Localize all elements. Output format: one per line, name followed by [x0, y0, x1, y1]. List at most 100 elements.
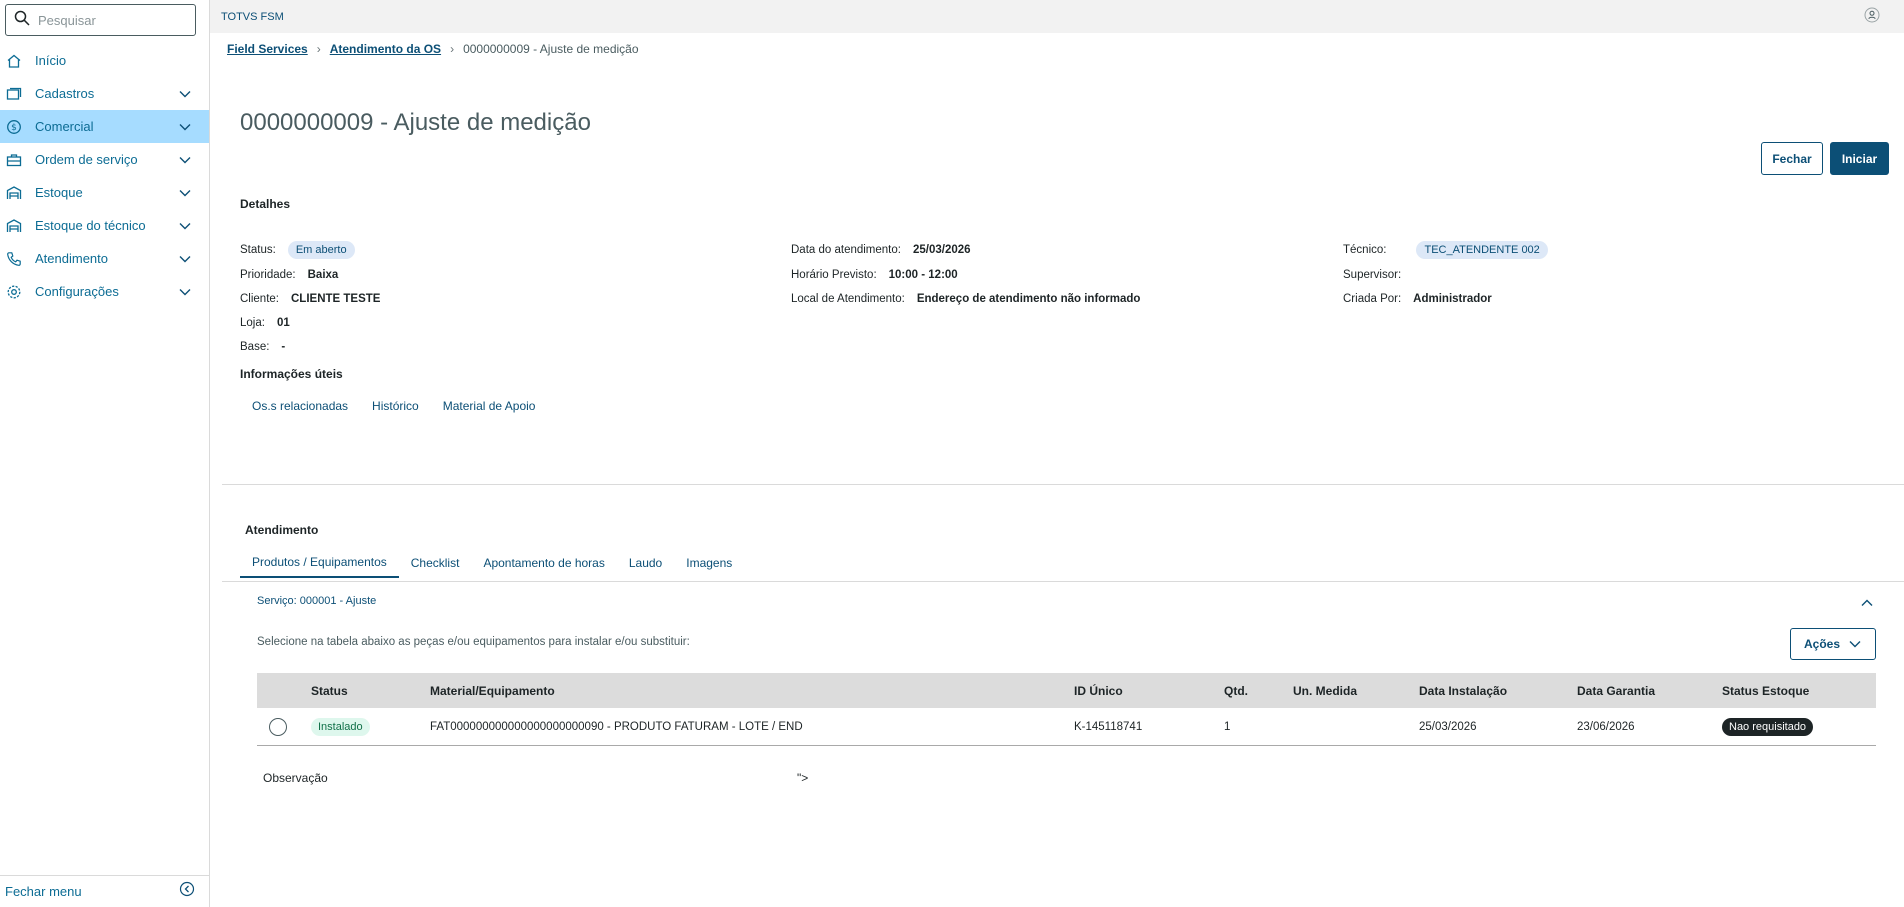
observation-value: ">	[797, 771, 809, 785]
tab-apontamento-horas[interactable]: Apontamento de horas	[471, 548, 616, 578]
home-icon	[6, 53, 22, 69]
chevron-up-icon[interactable]	[1860, 596, 1874, 610]
table-row[interactable]: Instalado FAT000000000000000000000090 - …	[257, 708, 1876, 746]
stock-status-badge: Nao requisitado	[1722, 717, 1814, 736]
breadcrumb-current: 0000000009 - Ajuste de medição	[463, 42, 639, 56]
table-cell: K-145118741	[1074, 720, 1143, 733]
divider	[222, 581, 1904, 582]
chevron-down-icon	[175, 153, 195, 167]
field-label: Cliente:	[240, 293, 279, 305]
close-button[interactable]: Fechar	[1761, 142, 1823, 175]
field-label: Criada Por:	[1343, 293, 1402, 305]
sidebar-item-atendimento[interactable]: Atendimento	[0, 242, 209, 275]
user-icon[interactable]	[1864, 7, 1880, 23]
field-status: Status: Em aberto	[240, 241, 355, 259]
service-title[interactable]: Serviço: 000001 - Ajuste	[257, 595, 376, 607]
gear-icon	[6, 284, 22, 300]
app-root: Início Cadastros $ Comercial O	[0, 0, 1904, 907]
field-value: Endereço de atendimento não informado	[916, 293, 1141, 305]
field-value: CLIENTE TESTE	[291, 293, 381, 305]
chevron-down-icon	[175, 285, 195, 299]
tab-laudo[interactable]: Laudo	[617, 548, 674, 578]
chevron-right-icon: ›	[450, 42, 455, 56]
warehouse-icon	[6, 218, 22, 234]
toolbox-icon	[6, 152, 22, 168]
field-value: 10:00 - 12:00	[888, 269, 958, 281]
field-value: 01	[276, 317, 290, 329]
dollar-icon: $	[6, 119, 22, 135]
field-supervisor: Supervisor:	[1343, 269, 1413, 281]
column-header: ID Único	[1074, 683, 1123, 698]
field-criada-por: Criada Por: Administrador	[1343, 293, 1492, 305]
close-menu-button[interactable]: Fechar menu	[0, 875, 209, 907]
chevron-down-icon	[1849, 641, 1861, 648]
info-tabs: Os.s relacionadas Histórico Material de …	[240, 391, 547, 421]
field-label: Técnico:	[1343, 244, 1387, 256]
sidebar-item-estoque[interactable]: Estoque	[0, 176, 209, 209]
column-header: Data Garantia	[1577, 683, 1656, 698]
field-horario-previsto: Horário Previsto: 10:00 - 12:00	[791, 269, 958, 281]
atendimento-tabs: Produtos / Equipamentos Checklist Aponta…	[240, 548, 744, 578]
table-cell: 1	[1224, 720, 1231, 733]
field-value: 25/03/2026	[912, 244, 971, 256]
column-header: Status Estoque	[1722, 683, 1810, 698]
table-cell: 23/06/2026	[1577, 720, 1635, 733]
tab-historico[interactable]: Histórico	[360, 391, 431, 421]
field-label: Data do atendimento:	[791, 244, 901, 256]
collapse-left-icon[interactable]	[179, 881, 195, 902]
breadcrumb: Field Services › Atendimento da OS › 000…	[227, 42, 639, 56]
row-select-radio[interactable]	[269, 717, 287, 736]
app-title: TOTVS FSM	[221, 10, 284, 23]
actions-dropdown-button[interactable]: Ações	[1790, 628, 1876, 660]
column-header: Un. Medida	[1293, 683, 1358, 698]
selection-hint: Selecione na tabela abaixo as peças e/ou…	[257, 636, 690, 648]
sidebar-item-label: Início	[35, 53, 67, 68]
field-label: Base:	[240, 341, 270, 353]
divider	[222, 484, 1904, 485]
field-label: Loja:	[240, 317, 265, 329]
tab-checklist[interactable]: Checklist	[399, 548, 472, 578]
tab-imagens[interactable]: Imagens	[674, 548, 744, 578]
chevron-down-icon	[175, 252, 195, 266]
sidebar-item-ordem-servico[interactable]: Ordem de serviço	[0, 143, 209, 176]
close-menu-label: Fechar menu	[5, 884, 82, 899]
field-value: Baixa	[307, 269, 339, 281]
table-cell: FAT000000000000000000000090 - PRODUTO FA…	[430, 720, 803, 733]
search-input[interactable]	[38, 12, 188, 28]
sidebar-item-inicio[interactable]: Início	[0, 44, 209, 77]
page-title: 0000000009 - Ajuste de medição	[240, 109, 591, 136]
tab-produtos-equipamentos[interactable]: Produtos / Equipamentos	[240, 548, 399, 578]
start-button[interactable]: Iniciar	[1830, 142, 1889, 175]
sidebar: Início Cadastros $ Comercial O	[0, 0, 210, 907]
info-section-title: Informações úteis	[240, 367, 343, 381]
field-prioridade: Prioridade: Baixa	[240, 269, 338, 281]
tab-os-relacionadas[interactable]: Os.s relacionadas	[240, 391, 360, 421]
warehouse-icon	[6, 185, 22, 201]
field-value: Administrador	[1413, 293, 1492, 305]
breadcrumb-link-field-services[interactable]: Field Services	[227, 42, 308, 56]
search-box[interactable]	[5, 4, 196, 36]
field-local-atendimento: Local de Atendimento: Endereço de atendi…	[791, 293, 1140, 305]
sidebar-item-label: Estoque do técnico	[35, 218, 146, 233]
sidebar-item-label: Atendimento	[35, 251, 108, 266]
sidebar-item-comercial[interactable]: $ Comercial	[0, 110, 209, 143]
field-tecnico: Técnico: TEC_ATENDENTE 002	[1343, 241, 1548, 259]
svg-text:$: $	[11, 123, 17, 133]
status-badge: Instalado	[311, 717, 370, 736]
sidebar-menu: Início Cadastros $ Comercial Ordem de se…	[0, 44, 209, 308]
sidebar-item-configuracoes[interactable]: Configurações	[0, 275, 209, 308]
chevron-down-icon	[175, 186, 195, 200]
sidebar-item-label: Configurações	[35, 284, 119, 299]
chevron-right-icon: ›	[316, 42, 321, 56]
tab-material-apoio[interactable]: Material de Apoio	[431, 391, 548, 421]
sidebar-item-cadastros[interactable]: Cadastros	[0, 77, 209, 110]
column-header: Data Instalação	[1419, 683, 1508, 698]
breadcrumb-link-atendimento-os[interactable]: Atendimento da OS	[330, 42, 441, 56]
top-bar: TOTVS FSM	[210, 0, 1904, 33]
observation-label: Observação	[263, 771, 328, 785]
field-label: Horário Previsto:	[791, 269, 877, 281]
details-section-title: Detalhes	[240, 197, 291, 211]
field-label: Status:	[240, 244, 276, 256]
field-label: Supervisor:	[1343, 269, 1402, 281]
sidebar-item-estoque-tecnico[interactable]: Estoque do técnico	[0, 209, 209, 242]
